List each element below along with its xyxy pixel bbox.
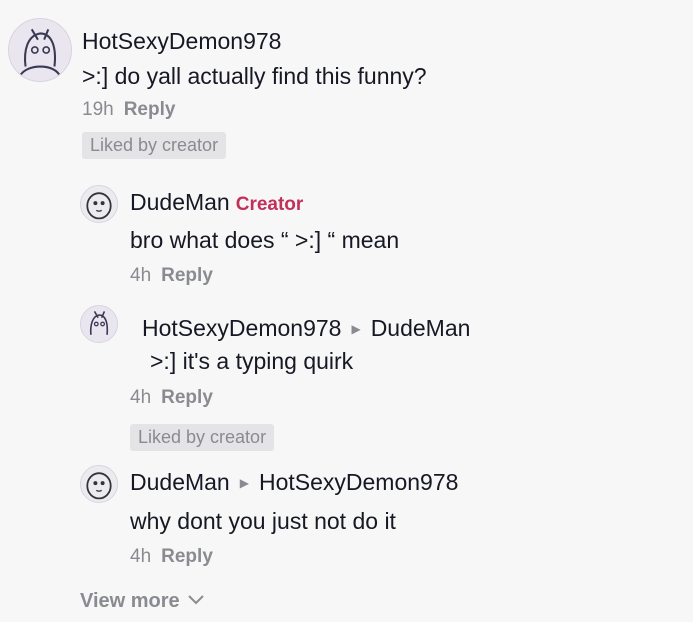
reply-to-username[interactable]: DudeMan xyxy=(371,315,471,341)
avatar-drawing-icon xyxy=(81,186,117,222)
reply-button[interactable]: Reply xyxy=(124,99,176,120)
comment-text: why dont you just not do it xyxy=(130,508,396,534)
caret-right-icon: ▶ xyxy=(351,322,361,336)
reply-button[interactable]: Reply xyxy=(161,387,213,408)
avatar[interactable] xyxy=(80,185,118,223)
liked-by-creator-badge: Liked by creator xyxy=(130,424,275,451)
reply-button[interactable]: Reply xyxy=(161,546,213,567)
comment-username[interactable]: DudeMan Creator xyxy=(130,189,303,216)
comment-text: bro what does “ >:] “ mean xyxy=(130,227,400,253)
avatar-drawing-icon xyxy=(9,19,71,81)
view-more-label[interactable]: View more xyxy=(80,590,180,612)
comment-time: 4h xyxy=(130,265,152,286)
avatar-drawing-icon xyxy=(81,466,117,502)
comment-meta: 4h Reply xyxy=(130,387,213,409)
comment-time: 4h xyxy=(130,387,152,408)
comment-item: HotSexyDemon978 >:] do yall actually fin… xyxy=(0,0,693,165)
comment-text: >:] it's a typing quirk xyxy=(150,348,354,374)
username-text[interactable]: DudeMan xyxy=(130,189,230,215)
reply-to-username[interactable]: HotSexyDemon978 xyxy=(259,469,458,495)
chevron-down-icon xyxy=(187,595,204,605)
username-text[interactable]: HotSexyDemon978 xyxy=(142,315,341,341)
comment-item: DudeMan ▶ HotSexyDemon978 why dont you jus… xyxy=(0,460,693,575)
comment-time: 19h xyxy=(82,99,114,120)
comment-meta: 4h Reply xyxy=(130,546,213,568)
comment-meta: 19h Reply xyxy=(82,99,175,121)
comment-time: 4h xyxy=(130,546,152,567)
comment-text: >:] do yall actually find this funny? xyxy=(82,63,427,89)
comment-item: DudeMan Creator bro what does “ >:] “ mea… xyxy=(0,175,693,295)
liked-by-creator-badge: Liked by creator xyxy=(82,132,227,159)
caret-right-icon: ▶ xyxy=(239,476,249,490)
avatar[interactable] xyxy=(80,305,118,343)
comment-username[interactable]: HotSexyDemon978 xyxy=(82,28,281,55)
comment-username[interactable]: DudeMan ▶ HotSexyDemon978 xyxy=(130,469,458,496)
creator-label: Creator xyxy=(235,194,304,215)
avatar[interactable] xyxy=(8,18,72,82)
avatar-drawing-icon xyxy=(81,306,117,342)
view-more-button[interactable]: View more xyxy=(80,590,204,613)
comment-item: HotSexyDemon978 ▶ DudeMan >:] it's a typin… xyxy=(0,300,693,455)
username-text[interactable]: DudeMan xyxy=(130,469,230,495)
reply-button[interactable]: Reply xyxy=(161,265,213,286)
comment-username[interactable]: HotSexyDemon978 ▶ DudeMan xyxy=(142,315,470,342)
avatar[interactable] xyxy=(80,465,118,503)
comment-meta: 4h Reply xyxy=(130,265,213,287)
